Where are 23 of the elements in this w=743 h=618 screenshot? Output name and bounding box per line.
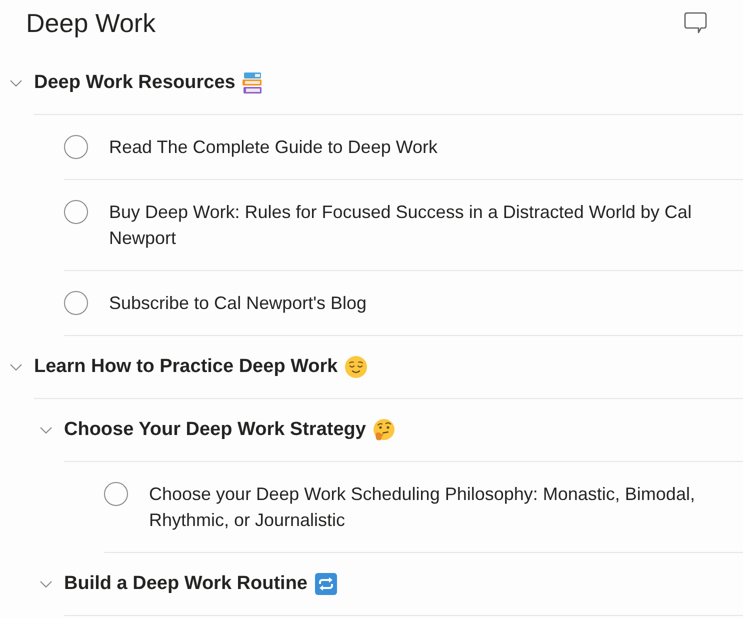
chevron-icon[interactable] [40, 427, 52, 434]
task-title[interactable]: Read The Complete Guide to Deep Work [109, 134, 438, 160]
group-heading: Choose Your Deep Work Strategy [64, 418, 366, 442]
relieved-face-emoji-icon [344, 356, 367, 378]
list-title: Deep Work [26, 7, 156, 40]
books-emoji-icon [242, 72, 264, 94]
group-heading: Learn How to Practice Deep Work [34, 355, 338, 379]
group-heading: Deep Work Resources [34, 71, 236, 95]
task-title[interactable]: Subscribe to Cal Newport's Blog [109, 290, 367, 316]
task-checkbox[interactable] [64, 200, 88, 224]
task-checkbox[interactable] [64, 135, 88, 159]
repeat-arrows-emoji-icon [314, 573, 337, 595]
task-checkbox[interactable] [64, 291, 88, 315]
task-title[interactable]: Buy Deep Work: Rules for Focused Success in a Distracted World by Cal Newport [109, 199, 725, 251]
group-heading: Build a Deep Work Routine [64, 572, 308, 596]
chevron-icon[interactable] [40, 581, 52, 588]
task-title[interactable]: Choose your Deep Work Scheduling Philosophy: Monastic, Bimodal, Rhythmic, or Journalistic [149, 481, 725, 533]
speech-bubble-icon [684, 12, 706, 34]
chevron-icon[interactable] [10, 364, 22, 371]
chevron-icon[interactable] [10, 80, 22, 87]
task-checkbox[interactable] [104, 482, 128, 506]
thinking-face-emoji-icon [372, 419, 395, 441]
comment-button[interactable] [683, 11, 707, 35]
